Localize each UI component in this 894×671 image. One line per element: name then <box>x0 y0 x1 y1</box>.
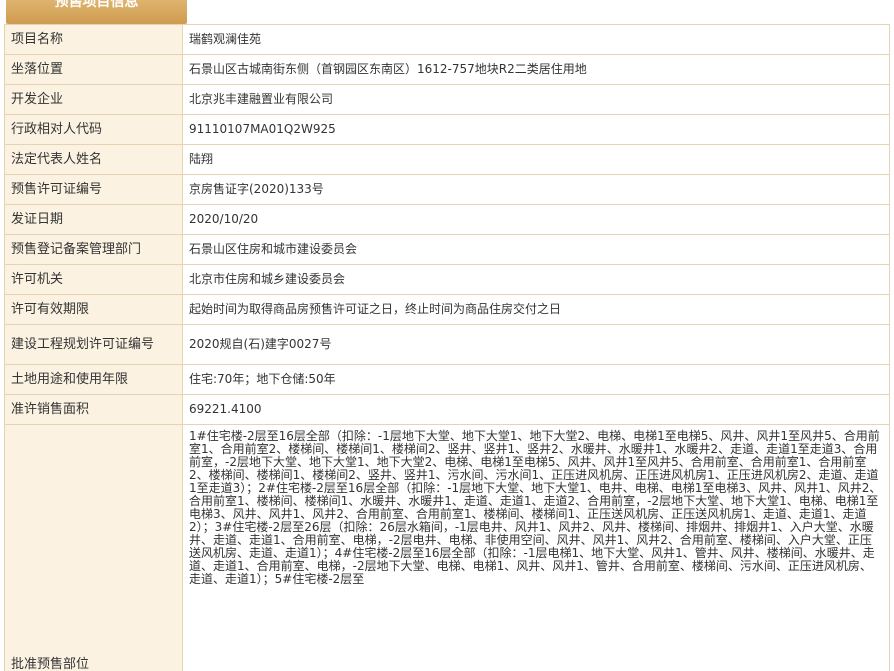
presale-scope-text: 1#住宅楼-2层至16层全部（扣除：-1层地下大堂、地下大堂1、地下大堂2、电梯… <box>189 429 882 586</box>
section-title: 预售项目信息 <box>54 0 139 10</box>
row-value: 北京兆丰建融置业有限公司 <box>182 84 890 115</box>
row-label: 预售登记备案管理部门 <box>4 234 183 265</box>
section-header-bar: 预售项目信息 <box>0 0 894 24</box>
row-value: 2020规自(石)建字0027号 <box>182 324 890 365</box>
row-label: 发证日期 <box>4 204 183 235</box>
row-label: 许可有效期限 <box>4 294 183 325</box>
row-label: 准许销售面积 <box>4 394 183 425</box>
presale-info-table: 项目名称 瑞鹤观澜佳苑 坐落位置 石景山区古城南街东侧（首钢园区东南区）1612… <box>4 24 890 671</box>
row-label: 预售许可证编号 <box>4 174 183 205</box>
table-row-planning-permit: 建设工程规划许可证编号 2020规自(石)建字0027号 <box>4 324 890 365</box>
table-row-land-use: 土地用途和使用年限 住宅:70年；地下仓储:50年 <box>4 364 890 395</box>
row-label: 法定代表人姓名 <box>4 144 183 175</box>
row-label: 项目名称 <box>4 24 183 55</box>
row-value: 69221.4100 <box>182 394 890 425</box>
table-row-permit-authority: 许可机关 北京市住房和城乡建设委员会 <box>4 264 890 295</box>
row-label: 行政相对人代码 <box>4 114 183 145</box>
table-row-presale-scope: 批准预售部位 1#住宅楼-2层至16层全部（扣除：-1层地下大堂、地下大堂1、地… <box>4 424 890 671</box>
row-label: 批准预售部位 <box>4 424 183 671</box>
table-row-project-name: 项目名称 瑞鹤观澜佳苑 <box>4 24 890 55</box>
table-row-validity: 许可有效期限 起始时间为取得商品房预售许可证之日，终止时间为商品住房交付之日 <box>4 294 890 325</box>
section-tab[interactable]: 预售项目信息 <box>6 0 187 24</box>
row-value: 起始时间为取得商品房预售许可证之日，终止时间为商品住房交付之日 <box>182 294 890 325</box>
row-value: 石景山区古城南街东侧（首钢园区东南区）1612-757地块R2二类居住用地 <box>182 54 890 85</box>
row-label: 许可机关 <box>4 264 183 295</box>
table-row-registry-dept: 预售登记备案管理部门 石景山区住房和城市建设委员会 <box>4 234 890 265</box>
row-label: 建设工程规划许可证编号 <box>4 324 183 365</box>
table-row-legal-rep: 法定代表人姓名 陆翔 <box>4 144 890 175</box>
row-value: 陆翔 <box>182 144 890 175</box>
row-value: 91110107MA01Q2W925 <box>182 114 890 145</box>
row-value: 2020/10/20 <box>182 204 890 235</box>
table-row-permit-number: 预售许可证编号 京房售证字(2020)133号 <box>4 174 890 205</box>
row-value: 石景山区住房和城市建设委员会 <box>182 234 890 265</box>
row-value: 京房售证字(2020)133号 <box>182 174 890 205</box>
table-row-location: 坐落位置 石景山区古城南街东侧（首钢园区东南区）1612-757地块R2二类居住… <box>4 54 890 85</box>
row-label: 开发企业 <box>4 84 183 115</box>
row-value: 瑞鹤观澜佳苑 <box>182 24 890 55</box>
row-value: 北京市住房和城乡建设委员会 <box>182 264 890 295</box>
row-value: 1#住宅楼-2层至16层全部（扣除：-1层地下大堂、地下大堂1、地下大堂2、电梯… <box>182 424 890 671</box>
table-row-issue-date: 发证日期 2020/10/20 <box>4 204 890 235</box>
row-label: 土地用途和使用年限 <box>4 364 183 395</box>
row-value: 住宅:70年；地下仓储:50年 <box>182 364 890 395</box>
table-row-sale-area: 准许销售面积 69221.4100 <box>4 394 890 425</box>
table-row-developer: 开发企业 北京兆丰建融置业有限公司 <box>4 84 890 115</box>
table-row-entity-code: 行政相对人代码 91110107MA01Q2W925 <box>4 114 890 145</box>
row-label: 坐落位置 <box>4 54 183 85</box>
